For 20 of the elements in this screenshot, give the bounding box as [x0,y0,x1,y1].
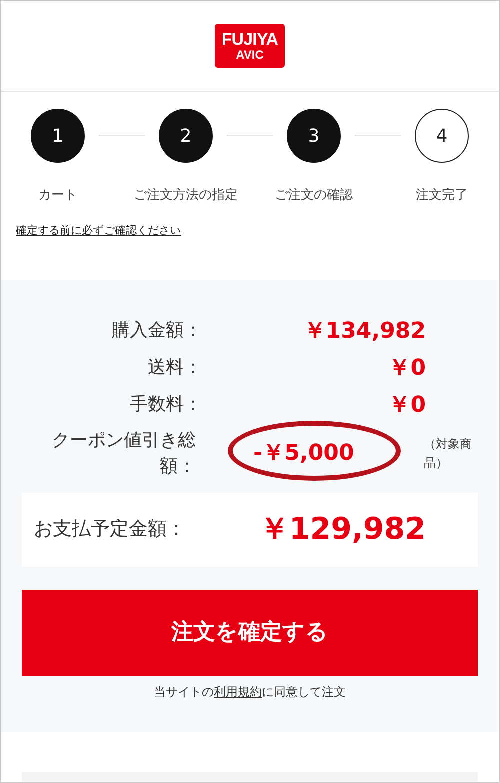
terms-link[interactable]: 利用規約 [214,684,262,698]
step-label: カート [38,187,78,206]
summary-amount: -￥5,000 [254,440,354,468]
summary-label: 購入金額： [111,319,202,343]
coupon-note: （対象商品） [424,436,473,472]
terms-text: 当サイトの利用規約に同意して注文 [153,684,347,700]
logo[interactable]: FUJIYA AVIC [215,24,285,68]
summary-amount: ￥134,982 [304,318,426,346]
summary-amount: ￥0 [388,354,426,382]
total-amount: ￥129,982 [258,511,426,549]
step-label: ご注文方法の指定 [134,187,238,206]
step-label: ご注文の確認 [275,187,353,206]
notice-link[interactable]: 確定する前に必ずご確認ください [16,224,181,237]
confirm-order-button[interactable]: 注文を確定する [22,590,478,676]
summary-label: 手数料： [129,393,202,417]
total-label: お支払予定金額： [33,517,187,542]
summary-amount: ￥0 [388,392,426,420]
step-label: 注文完了 [416,187,468,206]
summary-label: 送料： [147,356,202,380]
summary-label: クーポン値引き総額： [50,428,196,478]
